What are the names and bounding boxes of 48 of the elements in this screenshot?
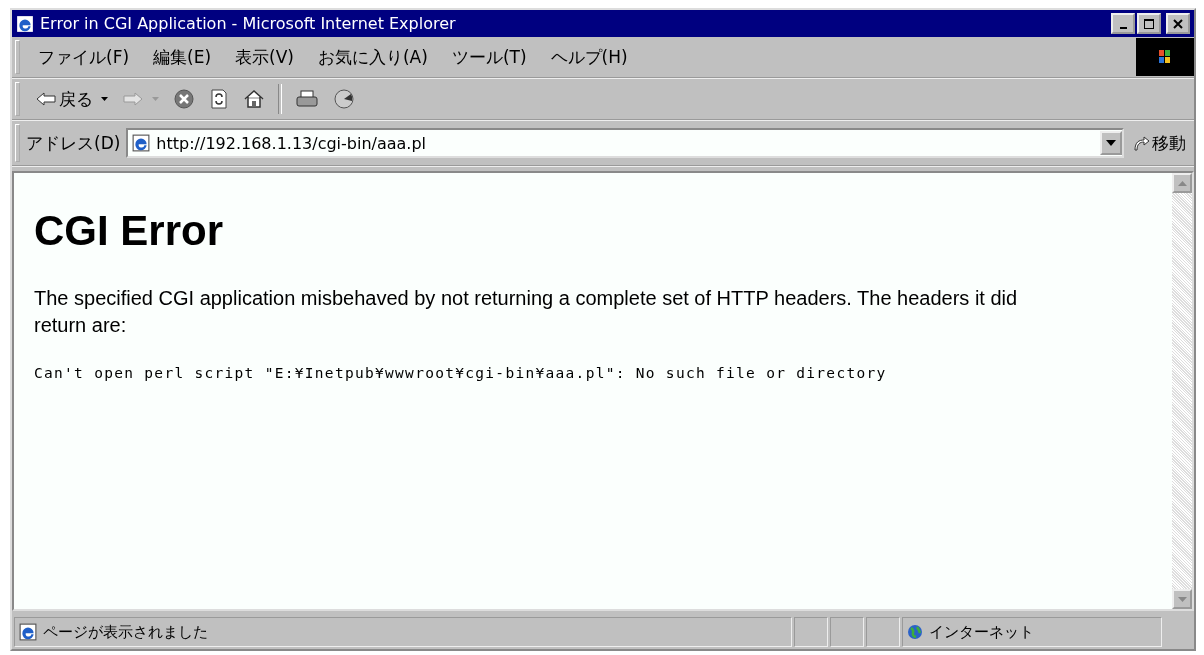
globe-icon (907, 624, 923, 640)
home-icon (243, 88, 265, 110)
windows-logo-icon (1136, 38, 1194, 76)
menu-item[interactable]: ツール(T) (439, 41, 539, 73)
go-arrow-icon (1132, 134, 1150, 152)
page-heading: CGI Error (34, 207, 225, 255)
caret-icon (1106, 140, 1116, 146)
caret-icon (152, 97, 159, 101)
menu-item[interactable]: ヘルプ(H) (538, 41, 640, 73)
zone-text: インターネット (929, 622, 1034, 642)
status-panel (830, 617, 864, 647)
minimize-icon (1119, 26, 1127, 29)
maximize-button[interactable] (1137, 13, 1161, 34)
menu-item[interactable]: お気に入り(A) (305, 41, 440, 73)
page-icon (132, 134, 151, 152)
address-field[interactable]: http://192.168.1.13/cgi-bin/aaa.pl (126, 128, 1124, 158)
back-button[interactable]: 戻る (30, 85, 113, 113)
status-panel (866, 617, 900, 647)
page-icon (19, 623, 37, 641)
stop-icon (173, 88, 195, 110)
maximize-icon (1144, 18, 1154, 29)
error-message: The specified CGI application misbehaved by not returning a complete set of HTTP headers. The headers it did return are: (34, 286, 1019, 338)
dropdown-button[interactable] (1100, 131, 1122, 155)
toolbar-separator (278, 84, 282, 114)
close-icon (1173, 18, 1183, 29)
minimize-button[interactable] (1111, 13, 1135, 34)
window-title: Error in CGI Application - Microsoft Internet Explorer (40, 14, 457, 33)
refresh-icon (209, 88, 229, 110)
status-panel (794, 617, 828, 647)
menu-item[interactable]: 表示(V) (223, 41, 306, 73)
menu-item[interactable]: 編集(E) (141, 41, 224, 73)
caret-icon (101, 97, 108, 101)
back-arrow-icon (35, 90, 57, 108)
menu-item[interactable]: ファイル(F) (26, 41, 142, 73)
ie-logo-icon (16, 14, 34, 33)
scroll-down-button[interactable] (1172, 589, 1192, 609)
scrollbar[interactable] (1172, 173, 1192, 609)
address-label: アドレス(D) (26, 131, 121, 155)
status-text: ページが表示されました (43, 622, 208, 642)
forward-arrow-icon (122, 90, 144, 108)
error-output: Can't open perl script "E:¥Inetpub¥wwwroot¥cgi-bin¥aaa.pl": No such file or directory (34, 365, 888, 381)
up-arrow-icon (1177, 180, 1187, 186)
down-arrow-icon (1177, 596, 1187, 602)
close-button[interactable] (1166, 13, 1190, 34)
printer-icon (295, 88, 319, 110)
media-icon (333, 88, 355, 110)
go-button[interactable]: 移動 (1124, 131, 1194, 155)
scroll-up-button[interactable] (1172, 173, 1192, 193)
